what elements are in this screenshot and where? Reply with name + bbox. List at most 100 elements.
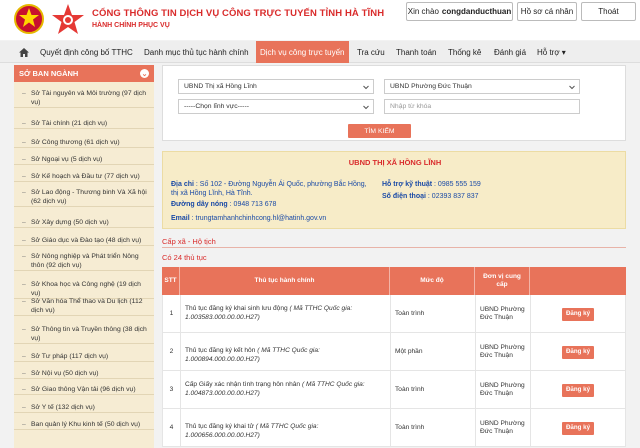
sidebar-item-giao-duc[interactable]: Sở Giáo dục và Đào tạo (48 dịch vụ): [14, 236, 154, 246]
unit-support: Hỗ trợ kỹ thuật : 0985 555 159: [382, 180, 582, 189]
row-procedure[interactable]: Cấp Giấy xác nhận tình trạng hôn nhân ( …: [181, 371, 391, 409]
site-title: CỔNG THÔNG TIN DỊCH VỤ CÔNG TRỰC TUYẾN T…: [92, 8, 385, 19]
register-button[interactable]: Đăng ký: [562, 383, 594, 397]
procedure-name[interactable]: Thủ tục đăng ký khai tử: [185, 423, 254, 430]
unit-title: UBND THỊ XÃ HỒNG LĨNH: [348, 158, 442, 167]
ward-select-value: UBND Phường Đức Thuận: [390, 83, 472, 90]
register-button[interactable]: Đăng ký: [562, 421, 594, 435]
sidebar-item-kinh-te[interactable]: Ban quản lý Khu kinh tế (50 dịch vụ): [14, 420, 154, 430]
sidebar-item-cong-thuong[interactable]: Sở Công thương (61 dịch vụ): [14, 138, 154, 148]
row-stt: 1: [163, 295, 181, 333]
unit-address: Địa chỉ : Số 102 - Đường Nguyễn Ái Quốc,…: [171, 180, 371, 198]
ward-select[interactable]: UBND Phường Đức Thuận: [384, 79, 580, 94]
row-level: Toàn trình: [391, 371, 476, 409]
table-header: STT Thủ tục hành chính Mức độ Đơn vị cun…: [162, 267, 626, 295]
username-text: congdanducthuan: [441, 7, 512, 16]
col-stt: STT: [162, 267, 180, 295]
user-greeting-button[interactable]: Xin chào congdanducthuan: [406, 2, 513, 21]
sidebar-heading-label: SỞ BAN NGÀNH: [19, 69, 79, 78]
hotline-label: Đường dây nóng: [171, 201, 228, 208]
row-procedure[interactable]: Thủ tục đăng ký kết hôn ( Mã TTHC Quốc g…: [181, 333, 391, 371]
sidebar-heading[interactable]: SỞ BAN NGÀNH ⌄: [14, 65, 154, 82]
nav-item-support[interactable]: Hỗ trợ ▾: [537, 41, 566, 63]
col-procedure: Thủ tục hành chính: [180, 267, 390, 295]
sidebar-item-van-hoa[interactable]: Sở Văn hóa Thể thao và Du lịch (112 dịch…: [14, 297, 154, 316]
sidebar: SỞ BAN NGÀNH ⌄ Sở Tài nguyên và Môi trườ…: [14, 65, 154, 448]
district-select[interactable]: UBND Thị xã Hồng Lĩnh: [178, 79, 374, 94]
chevron-down-icon: [363, 105, 369, 110]
row-stt: 4: [163, 409, 181, 447]
nav-item-statistics[interactable]: Thống kê: [448, 41, 481, 63]
row-action: Đăng ký: [531, 333, 625, 371]
national-emblem-icon[interactable]: [14, 2, 44, 36]
unit-info-panel: UBND THỊ XÃ HỒNG LĨNH Địa chỉ : Số 102 -…: [162, 151, 626, 229]
search-panel: UBND Thị xã Hồng Lĩnh UBND Phường Đức Th…: [162, 65, 626, 141]
sidebar-item-noi-vu[interactable]: Sở Nội vụ (50 dịch vụ): [14, 369, 154, 379]
sidebar-item-ngoai-vu[interactable]: Sở Ngoại vụ (5 dịch vụ): [14, 155, 154, 165]
col-action: [530, 267, 626, 295]
row-unit: UBND Phường Đức Thuận: [476, 295, 531, 333]
sidebar-item-tai-chinh[interactable]: Sở Tài chính (21 dịch vụ): [14, 119, 154, 129]
profile-button[interactable]: Hồ sơ cá nhân: [517, 2, 577, 21]
chevron-down-icon: [363, 85, 369, 90]
site-header: CỔNG THÔNG TIN DỊCH VỤ CÔNG TRỰC TUYẾN T…: [0, 0, 640, 40]
section-title: Cấp xã - Hộ tịch: [162, 237, 216, 246]
portal-logo-icon[interactable]: [50, 3, 86, 37]
table-row: 4 Thủ tục đăng ký khai tử ( Mã TTHC Quốc…: [162, 409, 626, 447]
field-select[interactable]: -----Chọn lĩnh vực-----: [178, 99, 374, 114]
address-value: : Số 102 - Đường Nguyễn Ái Quốc, phường …: [171, 181, 367, 197]
sidebar-item-thong-tin[interactable]: Sở Thông tin và Truyền thông (38 dịch vụ…: [14, 325, 154, 344]
row-level: Một phần: [391, 333, 476, 371]
register-button[interactable]: Đăng ký: [562, 307, 594, 321]
sidebar-item-lao-dong[interactable]: Sở Lao động - Thương binh Và Xã hội (62 …: [14, 188, 154, 207]
sidebar-item-tu-phap[interactable]: Sở Tư pháp (117 dịch vụ): [14, 352, 154, 362]
sidebar-item-xay-dung[interactable]: Sở Xây dựng (50 dịch vụ): [14, 218, 154, 228]
home-icon[interactable]: [14, 41, 34, 63]
chevron-down-icon[interactable]: ⌄: [140, 69, 149, 78]
nav-item-rating[interactable]: Đánh giá: [494, 41, 526, 63]
register-button[interactable]: Đăng ký: [562, 345, 594, 359]
procedure-name[interactable]: Thủ tục đăng ký khai sinh lưu động: [185, 305, 288, 312]
site-subtitle: HÀNH CHÍNH PHỤC VỤ: [92, 22, 170, 29]
nav-item-online-services[interactable]: Dịch vụ công trực tuyến: [256, 41, 349, 63]
row-stt: 2: [163, 333, 181, 371]
row-unit: UBND Phường Đức Thuận: [476, 333, 531, 371]
row-action: Đăng ký: [531, 371, 625, 409]
row-action: Đăng ký: [531, 409, 625, 447]
sidebar-item-tnmt[interactable]: Sở Tài nguyên và Môi trường (97 dịch vụ): [14, 89, 154, 108]
row-level: Toàn trình: [391, 295, 476, 333]
procedure-name[interactable]: Cấp Giấy xác nhận tình trạng hôn nhân: [185, 381, 300, 388]
sidebar-item-y-te[interactable]: Sở Y tế (132 dịch vụ): [14, 403, 154, 413]
keyword-input[interactable]: Nhập từ khóa: [384, 99, 580, 114]
main-content: UBND Thị xã Hồng Lĩnh UBND Phường Đức Th…: [160, 65, 626, 448]
chevron-down-icon: [569, 85, 575, 90]
phone-value: : 02393 837 837: [427, 193, 479, 200]
procedure-count: Có 24 thủ tục: [162, 253, 207, 262]
logout-button[interactable]: Thoát: [581, 2, 636, 21]
procedure-name[interactable]: Thủ tục đăng ký kết hôn: [185, 347, 255, 354]
email-value[interactable]: : trungtamhanhchinhcong.hl@hatinh.gov.vn: [192, 215, 327, 222]
nav-item-procedures[interactable]: Danh mục thủ tục hành chính: [144, 41, 249, 63]
nav-item-lookup[interactable]: Tra cứu: [357, 41, 385, 63]
sidebar-item-nong-nghiep[interactable]: Sở Nông nghiệp và Phát triển Nông thôn (…: [14, 252, 154, 271]
email-label: Email: [171, 215, 190, 222]
main-nav: Quyết định công bố TTHC Danh mục thủ tục…: [0, 41, 640, 63]
nav-item-decisions[interactable]: Quyết định công bố TTHC: [40, 41, 133, 63]
support-label: Hỗ trợ kỹ thuật: [382, 181, 433, 188]
nav-item-payment[interactable]: Thanh toán: [396, 41, 436, 63]
table-row: 2 Thủ tục đăng ký kết hôn ( Mã TTHC Quốc…: [162, 333, 626, 371]
table-row: 3 Cấp Giấy xác nhận tình trạng hôn nhân …: [162, 371, 626, 409]
row-procedure[interactable]: Thủ tục đăng ký khai tử ( Mã TTHC Quốc g…: [181, 409, 391, 447]
search-button[interactable]: TÌM KIẾM: [348, 124, 411, 138]
unit-email: Email : trungtamhanhchinhcong.hl@hatinh.…: [171, 214, 431, 223]
row-procedure[interactable]: Thủ tục đăng ký khai sinh lưu động ( Mã …: [181, 295, 391, 333]
sidebar-item-ke-hoach[interactable]: Sở Kế hoạch và Đầu tư (77 dịch vụ): [14, 172, 154, 182]
district-select-value: UBND Thị xã Hồng Lĩnh: [184, 83, 257, 90]
row-stt: 3: [163, 371, 181, 409]
row-action: Đăng ký: [531, 295, 625, 333]
support-value: : 0985 555 159: [434, 181, 481, 188]
row-unit: UBND Phường Đức Thuận: [476, 371, 531, 409]
sidebar-item-giao-thong[interactable]: Sở Giao thông Vận tải (96 dịch vụ): [14, 385, 154, 395]
field-select-value: -----Chọn lĩnh vực-----: [184, 103, 249, 110]
unit-phone: Số điện thoại : 02393 837 837: [382, 192, 582, 201]
